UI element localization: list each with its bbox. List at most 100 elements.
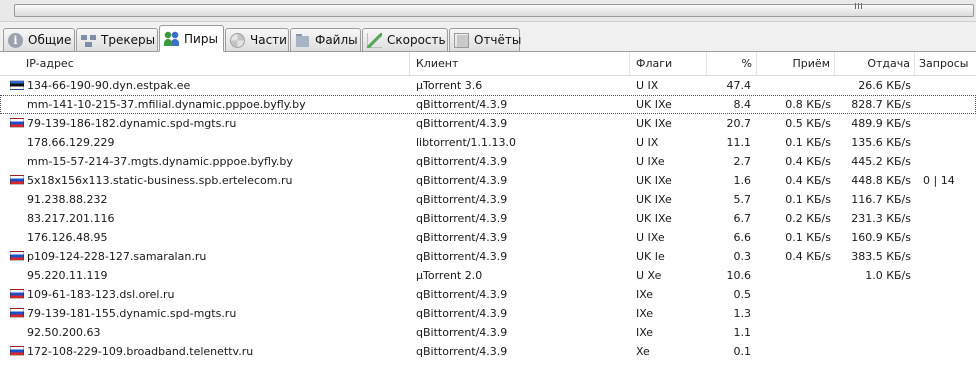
table-body: 134-66-190-90.dyn.estpak.ee µTorrent 3.6 U… xyxy=(0,76,976,361)
cell-upload xyxy=(835,323,915,342)
cell-upload: 383.5 КБ/s xyxy=(851,250,911,263)
table-row[interactable]: mm-141-10-215-37.mfilial.dynamic.pppoe.b… xyxy=(0,95,976,114)
cell-flags: UK IXe xyxy=(636,212,672,225)
cell-percent: 0.5 xyxy=(733,288,752,301)
cell-requests xyxy=(915,114,976,133)
cell-percent: 8.4 xyxy=(733,98,752,111)
cell-download: 0.4 КБ/s xyxy=(785,155,831,168)
cell-client: qBittorrent/4.3.9 xyxy=(416,250,508,263)
column-header-download[interactable]: Приём xyxy=(757,52,835,75)
table-row[interactable]: 95.220.11.119 µTorrent 2.0 U Xe 10.6 1.0 КБ/… xyxy=(0,266,976,285)
cell-client: qBittorrent/4.3.9 xyxy=(416,307,508,320)
cell-download: 0.1 КБ/s xyxy=(785,231,831,244)
trackers-icon xyxy=(81,32,96,48)
cell-requests: 0 | 14 xyxy=(923,174,955,187)
cell-flags: U IX xyxy=(636,79,659,92)
column-header-client[interactable]: Клиент xyxy=(410,52,630,75)
table-row[interactable]: 134-66-190-90.dyn.estpak.ee µTorrent 3.6 U… xyxy=(0,76,976,95)
cell-upload: 116.7 КБ/s xyxy=(851,193,911,206)
speed-graph-icon xyxy=(367,32,382,48)
pieces-icon xyxy=(230,32,245,48)
cell-percent: 0.3 xyxy=(733,250,752,263)
table-row[interactable]: 109-61-183-123.dsl.orel.ru qBittorrent/4.… xyxy=(0,285,976,304)
cell-ip: 109-61-183-123.dsl.orel.ru xyxy=(27,288,175,301)
tab-files[interactable]: Файлы xyxy=(290,28,361,51)
detail-tab-strip: Общие Трекеры Пиры Части Файлы Скорость … xyxy=(0,22,976,52)
cell-ip: 92.50.200.63 xyxy=(27,326,101,339)
cell-requests xyxy=(915,209,976,228)
cell-ip: 178.66.129.229 xyxy=(27,136,115,149)
horizontal-scrollbar[interactable] xyxy=(0,0,976,22)
cell-flags: U IXe xyxy=(636,231,665,244)
table-row[interactable]: 79-139-181-155.dynamic.spd-mgts.ru qBitto… xyxy=(0,304,976,323)
cell-download: 0.5 КБ/s xyxy=(785,117,831,130)
cell-flags: UK IXe xyxy=(636,174,672,187)
cell-requests xyxy=(915,247,976,266)
cell-upload: 1.0 КБ/s xyxy=(865,269,911,282)
cell-percent: 47.4 xyxy=(726,79,752,92)
cell-upload: 448.8 КБ/s xyxy=(851,174,911,187)
cell-download: 0.8 КБ/s xyxy=(785,98,831,111)
cell-download xyxy=(757,304,835,323)
logger-icon xyxy=(454,32,469,48)
table-row[interactable]: mm-15-57-214-37.mgts.dynamic.pppoe.byfly… xyxy=(0,152,976,171)
cell-ip: 91.238.88.232 xyxy=(27,193,108,206)
cell-flags: UK IXe xyxy=(636,117,672,130)
cell-flags: UK IXe xyxy=(636,193,672,206)
cell-client: µTorrent 3.6 xyxy=(416,79,483,92)
cell-requests xyxy=(915,323,976,342)
cell-percent: 20.7 xyxy=(726,117,752,130)
tab-speed[interactable]: Скорость xyxy=(362,28,448,51)
cell-percent: 6.7 xyxy=(733,212,752,225)
cell-requests xyxy=(915,285,976,304)
table-row[interactable]: 92.50.200.63 qBittorrent/4.3.9 IXe 1.1 xyxy=(0,323,976,342)
cell-flags: U IX xyxy=(636,136,659,149)
cell-download: 0.1 КБ/s xyxy=(785,193,831,206)
tab-pieces[interactable]: Части xyxy=(225,28,289,51)
table-row[interactable]: 5x18x156x113.static-business.spb.ertelec… xyxy=(0,171,976,190)
cell-ip: 79-139-181-155.dynamic.spd-mgts.ru xyxy=(27,307,237,320)
cell-download: 0.2 КБ/s xyxy=(785,212,831,225)
cell-flags: IXe xyxy=(636,307,654,320)
cell-download xyxy=(757,266,835,285)
table-row[interactable]: 178.66.129.229 libtorrent/1.1.13.0 U IX 11.… xyxy=(0,133,976,152)
cell-download: 0.4 КБ/s xyxy=(785,174,831,187)
cell-ip: p109-124-228-127.samaralan.ru xyxy=(27,250,207,263)
scrollbar-thumb[interactable] xyxy=(14,4,974,17)
cell-percent: 0.1 xyxy=(733,345,752,358)
cell-ip: 134-66-190-90.dyn.estpak.ee xyxy=(27,79,191,92)
cell-client: qBittorrent/4.3.9 xyxy=(416,193,508,206)
column-header-percent[interactable]: % xyxy=(707,52,757,75)
table-row[interactable]: 83.217.201.116 qBittorrent/4.3.9 UK IXe 6.7… xyxy=(0,209,976,228)
cell-requests xyxy=(915,228,976,247)
column-header-flags[interactable]: Флаги xyxy=(630,52,707,75)
cell-upload: 135.6 КБ/s xyxy=(851,136,911,149)
cell-ip: 79-139-186-182.dynamic.spd-mgts.ru xyxy=(27,117,237,130)
tab-general[interactable]: Общие xyxy=(3,28,75,51)
table-row[interactable]: 91.238.88.232 qBittorrent/4.3.9 UK IXe 5.7 0… xyxy=(0,190,976,209)
column-header-upload[interactable]: Отдача xyxy=(835,52,915,75)
cell-upload: 26.6 КБ/s xyxy=(858,79,911,92)
table-row[interactable]: p109-124-228-127.samaralan.ru qBittorrent… xyxy=(0,247,976,266)
table-row[interactable]: 176.126.48.95 qBittorrent/4.3.9 U IXe 6.6 0.… xyxy=(0,228,976,247)
column-header-ip[interactable]: IP-адрес xyxy=(0,52,410,75)
table-row[interactable]: 172-108-229-109.broadband.telenettv.ru qB… xyxy=(0,342,976,361)
cell-ip: 176.126.48.95 xyxy=(27,231,108,244)
table-row[interactable]: 79-139-186-182.dynamic.spd-mgts.ru qBitto… xyxy=(0,114,976,133)
cell-client: qBittorrent/4.3.9 xyxy=(416,155,508,168)
cell-upload: 160.9 КБ/s xyxy=(851,231,911,244)
cell-client: qBittorrent/4.3.9 xyxy=(416,212,508,225)
cell-client: qBittorrent/4.3.9 xyxy=(416,231,508,244)
tab-logger[interactable]: Отчёты xyxy=(449,28,521,51)
column-header-requests[interactable]: Запросы xyxy=(915,52,976,75)
cell-flags: UK Ie xyxy=(636,250,665,263)
cell-percent: 1.6 xyxy=(733,174,752,187)
cell-requests xyxy=(915,342,976,361)
cell-requests xyxy=(915,95,976,114)
tab-peers[interactable]: Пиры xyxy=(159,25,224,52)
cell-upload xyxy=(835,342,915,361)
cell-flags: UK IXe xyxy=(636,98,672,111)
cell-requests xyxy=(915,190,976,209)
cell-percent: 6.6 xyxy=(733,231,752,244)
tab-trackers[interactable]: Трекеры xyxy=(76,28,158,51)
